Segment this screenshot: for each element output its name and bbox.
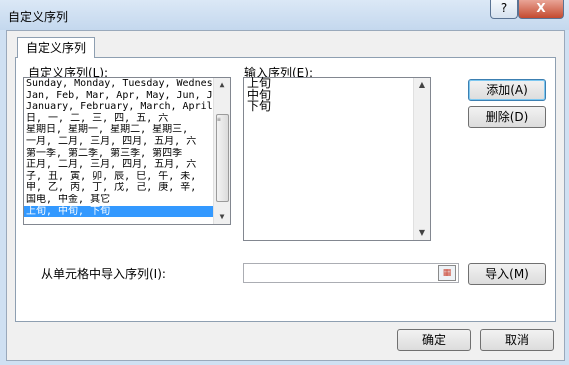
list-item[interactable]: Jan, Feb, Mar, Apr, May, Jun, J (24, 90, 216, 102)
range-select-icon[interactable]: ▦ (438, 265, 456, 281)
input-sequence-lines: 上旬 中旬 下旬 (244, 76, 430, 114)
dialog-body: 自定义序列 自定义序列(L): 输入序列(E): Sunday, Monday,… (6, 30, 565, 361)
textarea-scrollbar[interactable]: ▲ ▼ (413, 78, 430, 240)
scroll-down-arrow-icon[interactable]: ▼ (214, 210, 230, 224)
add-button[interactable]: 添加(A) (468, 79, 546, 101)
input-sequence-textarea[interactable]: 上旬 中旬 下旬 ▲ ▼ (243, 77, 431, 241)
list-item[interactable]: 子, 丑, 寅, 卯, 辰, 巳, 午, 未, (24, 171, 216, 183)
import-button[interactable]: 导入(M) (468, 263, 546, 285)
list-item[interactable]: 上旬, 中旬, 下旬 (24, 205, 216, 218)
list-item[interactable]: 甲, 乙, 丙, 丁, 戊, 己, 庚, 辛, (24, 182, 216, 194)
list-scrollbar[interactable]: ▲ ≡ ▼ (213, 78, 230, 224)
scroll-up-arrow-icon[interactable]: ▲ (214, 78, 230, 92)
sequence-line: 上旬 (247, 76, 272, 90)
scroll-down-arrow-icon[interactable]: ▼ (414, 226, 430, 240)
sequence-line: 中旬 (247, 87, 272, 102)
list-item[interactable]: January, February, March, April, (24, 101, 216, 113)
help-button[interactable]: ? (490, 0, 518, 19)
scroll-up-arrow-icon[interactable]: ▲ (414, 78, 430, 92)
window-title: 自定义序列 (8, 10, 69, 24)
tab-custom-lists[interactable]: 自定义序列 (17, 37, 96, 58)
close-button[interactable]: X (518, 0, 564, 19)
import-range-input[interactable]: ▦ (243, 263, 459, 283)
cancel-button[interactable]: 取消 (480, 329, 554, 351)
list-item[interactable]: Sunday, Monday, Tuesday, Wednes (24, 78, 216, 90)
list-item[interactable]: 一月, 二月, 三月, 四月, 五月, 六 (24, 136, 216, 148)
list-item[interactable]: 日, 一, 二, 三, 四, 五, 六 (24, 113, 216, 125)
list-item[interactable]: 国电, 中金, 其它 (24, 194, 216, 206)
import-label: 从单元格中导入序列(I): (41, 267, 166, 281)
custom-list-items: Sunday, Monday, Tuesday, Wednes Jan, Feb,… (24, 78, 230, 218)
help-icon: ? (500, 1, 508, 15)
list-item[interactable]: 星期日, 星期一, 星期二, 星期三, (24, 124, 216, 136)
custom-list-box[interactable]: Sunday, Monday, Tuesday, Wednes Jan, Feb,… (23, 77, 231, 225)
close-icon: X (536, 1, 546, 15)
sequence-line: 下旬 (247, 99, 272, 114)
scroll-thumb[interactable] (216, 114, 229, 202)
title-bar: 自定义序列 ? X (0, 0, 569, 30)
scroll-grip-icon: ≡ (217, 116, 221, 123)
list-item[interactable]: 正月, 二月, 三月, 四月, 五月, 六 (24, 159, 216, 171)
delete-button[interactable]: 删除(D) (468, 106, 546, 128)
list-item[interactable]: 第一季, 第二季, 第三季, 第四季 (24, 148, 216, 160)
ok-button[interactable]: 确定 (397, 329, 471, 351)
